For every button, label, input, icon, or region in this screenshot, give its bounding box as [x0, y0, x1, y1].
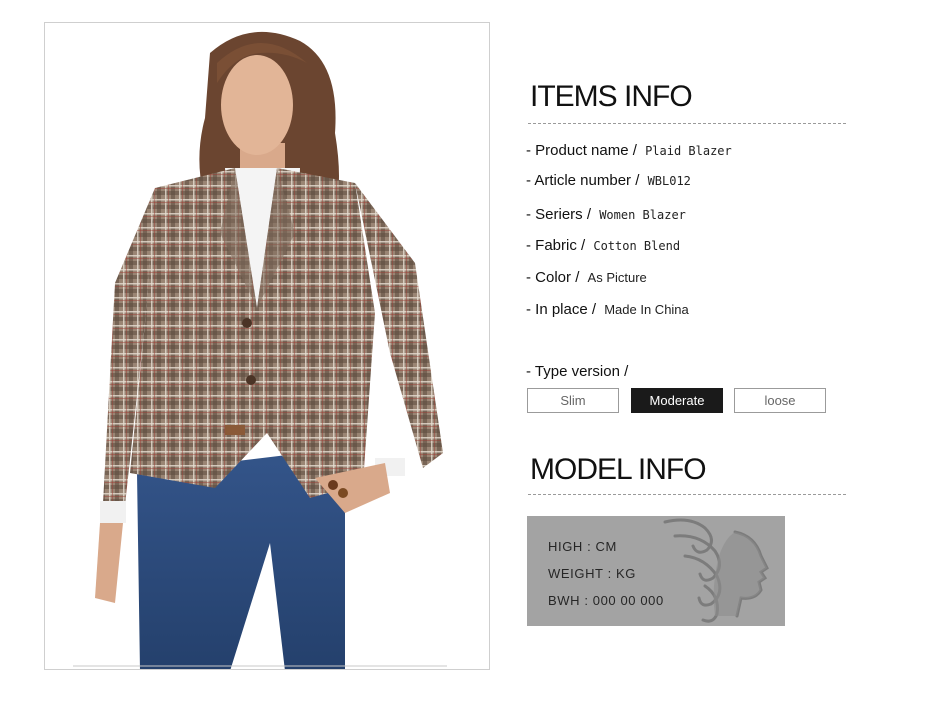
product-name-row: - Product name / Plaid Blazer — [526, 142, 732, 159]
row-value: As Picture — [587, 270, 647, 285]
row-value: Made In China — [604, 302, 689, 317]
series-row: - Seriers / Women Blazer — [526, 206, 686, 223]
color-row: - Color / As Picture — [526, 269, 647, 286]
row-separator: / — [581, 237, 586, 254]
items-info-heading: ITEMS INFO — [530, 80, 693, 113]
in-place-row: - In place / Made In China — [526, 301, 689, 318]
type-slim-button[interactable]: Slim — [527, 388, 619, 413]
row-value: Women Blazer — [599, 208, 686, 222]
model-info-box: HIGH : CM WEIGHT : KG BWH : 000 00 000 — [527, 516, 785, 626]
row-separator: / — [586, 206, 592, 223]
row-separator: / — [575, 269, 580, 286]
model-weight: WEIGHT : KG — [548, 566, 636, 581]
row-separator: / — [635, 172, 640, 189]
product-photo — [44, 22, 490, 670]
model-info-divider — [528, 494, 846, 495]
model-info-heading: MODEL INFO — [530, 453, 707, 486]
row-label: - Color — [526, 269, 572, 286]
row-separator: / — [591, 301, 597, 318]
row-label: - Article number — [526, 172, 632, 189]
type-version-label: - Type version / — [526, 363, 629, 380]
type-moderate-button[interactable]: Moderate — [631, 388, 723, 413]
woman-profile-icon — [663, 518, 769, 623]
model-height: HIGH : CM — [548, 539, 617, 554]
row-separator: / — [632, 142, 637, 159]
row-label: - In place — [526, 301, 588, 318]
row-value: WBL012 — [647, 174, 691, 188]
fabric-row: - Fabric / Cotton Blend — [526, 237, 680, 254]
row-value: Plaid Blazer — [645, 144, 732, 158]
row-label: - Fabric — [526, 237, 577, 254]
items-info-divider — [528, 123, 846, 124]
article-number-row: - Article number / WBL012 — [526, 172, 691, 189]
row-label: - Seriers — [526, 206, 583, 223]
row-value: Cotton Blend — [593, 239, 681, 253]
model-bwh: BWH : 000 00 000 — [548, 593, 664, 608]
row-label: - Product name — [526, 142, 629, 159]
type-loose-button[interactable]: loose — [734, 388, 826, 413]
